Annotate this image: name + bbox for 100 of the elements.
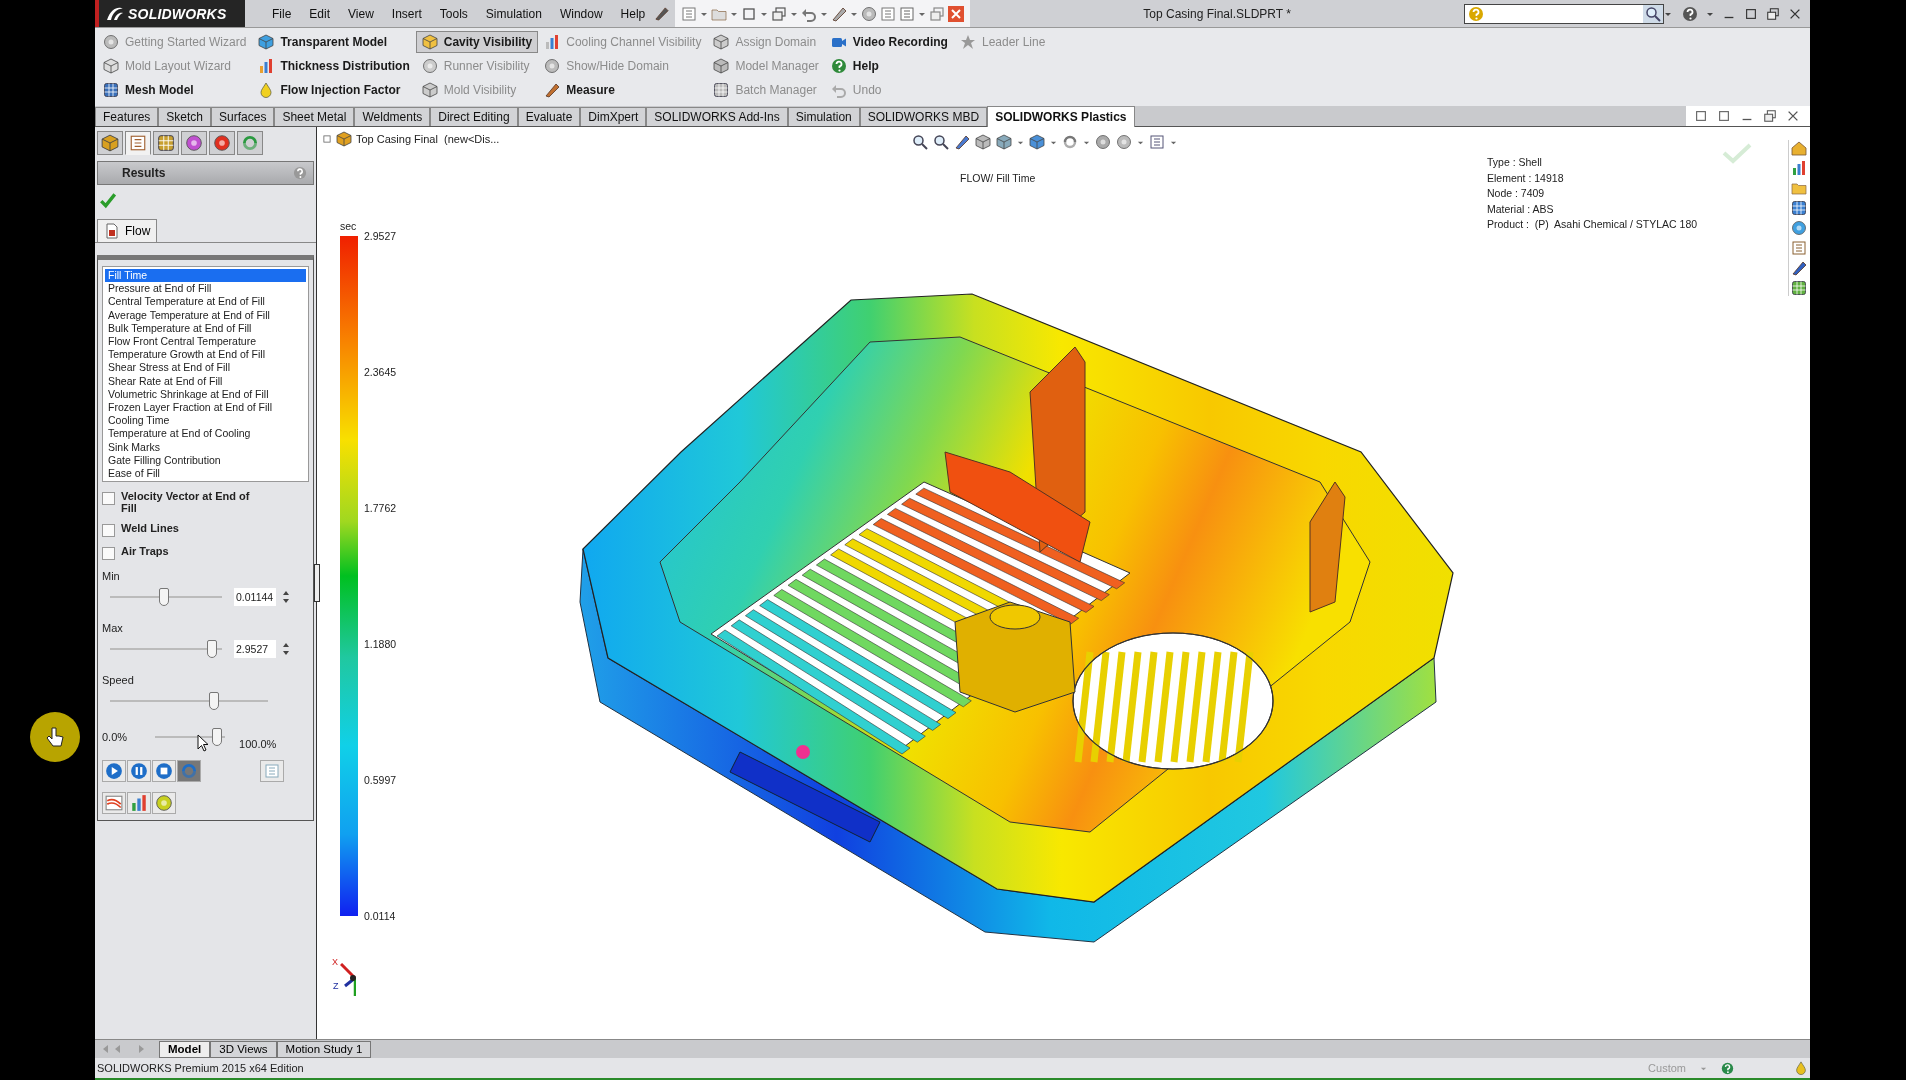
chart-icon[interactable] xyxy=(1791,160,1807,176)
ribbon-button[interactable]: Thickness Distribution xyxy=(252,55,416,77)
zoom-icon[interactable] xyxy=(933,134,949,150)
list-item[interactable]: Temperature at End of Cooling xyxy=(105,427,306,441)
command-tab[interactable]: Surfaces xyxy=(211,107,275,126)
report-button[interactable] xyxy=(152,792,176,815)
command-tab[interactable]: Sheet Metal xyxy=(274,107,355,126)
manager-tab[interactable] xyxy=(237,131,263,155)
list-item[interactable]: Gate Filling Contribution xyxy=(105,453,306,468)
grid-icon[interactable] xyxy=(1791,200,1807,216)
ribbon-button[interactable]: Cavity Visibility xyxy=(415,31,539,53)
ribbon-button[interactable]: Transparent Model xyxy=(252,31,416,53)
search-field[interactable] xyxy=(1464,3,1664,24)
loop-button[interactable] xyxy=(177,760,201,783)
ribbon-button[interactable]: Video Recording xyxy=(824,31,954,53)
list-item[interactable]: Central Temperature at End of Fill xyxy=(105,295,306,309)
cube-icon[interactable] xyxy=(1029,134,1045,150)
command-tab[interactable]: SOLIDWORKS Add-Ins xyxy=(646,107,788,126)
list-item[interactable]: Frozen Layer Fraction at End of Fill xyxy=(105,401,306,415)
stop-button[interactable] xyxy=(152,760,176,783)
command-tab[interactable]: Features xyxy=(95,107,159,126)
restore-icon[interactable] xyxy=(1763,109,1777,123)
list-item[interactable]: Flow Front Central Temperature xyxy=(105,335,306,349)
model-tab[interactable]: Model xyxy=(159,1040,211,1058)
slider-thumb[interactable] xyxy=(209,692,220,711)
zoom-icon[interactable] xyxy=(912,134,928,150)
command-tab[interactable]: SOLIDWORKS Plastics xyxy=(987,106,1135,127)
manager-tab[interactable] xyxy=(181,131,207,155)
map-button[interactable] xyxy=(127,792,151,815)
list-item[interactable]: Fill Time xyxy=(105,269,306,283)
checkbox[interactable] xyxy=(102,492,115,506)
command-tab[interactable]: DimXpert xyxy=(580,107,647,126)
results-list[interactable] xyxy=(102,266,309,483)
pause-button[interactable] xyxy=(127,760,151,783)
close-icon[interactable] xyxy=(1786,109,1800,123)
list-item[interactable]: Temperature Growth at End of Fill xyxy=(105,348,306,362)
menu-item[interactable]: Window xyxy=(550,6,612,21)
menu-item[interactable]: Tools xyxy=(430,6,477,21)
list-item[interactable]: Average Temperature at End of Fill xyxy=(105,308,306,322)
expand-icon[interactable] xyxy=(929,5,946,22)
play-button[interactable] xyxy=(102,760,126,783)
number-field[interactable]: 0.01144 xyxy=(234,588,276,607)
manager-tab[interactable] xyxy=(97,131,123,155)
menu-item[interactable]: Simulation xyxy=(476,6,551,21)
list-item[interactable]: Shear Stress at End of Fill xyxy=(105,361,306,375)
search-button[interactable] xyxy=(1643,4,1663,23)
cube-icon[interactable] xyxy=(996,134,1012,150)
plot-button[interactable] xyxy=(102,792,126,815)
checkbox[interactable] xyxy=(102,524,115,538)
command-tab[interactable]: Simulation xyxy=(787,107,860,126)
manager-tab[interactable] xyxy=(125,131,151,155)
number-field[interactable]: 2.9527 xyxy=(234,640,276,659)
menu-item[interactable]: Help xyxy=(611,6,655,21)
list-item[interactable]: Volumetric Shrinkage at End of Fill xyxy=(105,387,306,402)
list-item[interactable]: Sink Marks xyxy=(105,440,306,454)
command-tab[interactable]: Evaluate xyxy=(517,107,581,126)
part-icon[interactable] xyxy=(336,131,352,147)
checkbox-label[interactable]: Weld Lines xyxy=(121,522,261,535)
list-item[interactable]: Cooling Time xyxy=(105,414,306,428)
list-item[interactable]: Pressure at End of Fill xyxy=(105,282,306,296)
tile-icon[interactable] xyxy=(1744,6,1758,21)
document-name[interactable]: Top Casing Final (new<Dis... xyxy=(356,133,500,145)
checkbox-label[interactable]: Air Traps xyxy=(121,545,261,558)
checkbox-label[interactable]: Velocity Vector at End of Fill xyxy=(121,490,261,515)
manager-tab[interactable] xyxy=(209,131,235,155)
panel-tab[interactable]: Flow xyxy=(97,219,158,242)
ribbon-button[interactable]: Mesh Model xyxy=(97,79,253,101)
ribbon-button[interactable]: Help xyxy=(824,55,954,77)
menu-item[interactable]: Edit xyxy=(300,6,340,21)
ribbon-button[interactable]: Flow Injection Factor xyxy=(252,79,416,101)
model-tab[interactable]: Motion Study 1 xyxy=(276,1040,372,1058)
sphere-icon[interactable] xyxy=(1095,134,1111,150)
command-tab[interactable]: Sketch xyxy=(158,107,212,126)
ok-check-icon[interactable] xyxy=(99,191,117,209)
pencil-icon[interactable] xyxy=(954,134,970,150)
help-icon[interactable] xyxy=(1721,1061,1734,1075)
menu-item[interactable]: View xyxy=(339,6,383,21)
menu-item[interactable]: File xyxy=(263,6,301,21)
command-tab[interactable]: Weldments xyxy=(354,107,431,126)
list-item[interactable]: Ease of Fill xyxy=(105,467,306,481)
pencil-icon[interactable] xyxy=(1791,260,1807,276)
command-tab[interactable]: Direct Editing xyxy=(430,107,518,126)
close-icon[interactable] xyxy=(948,5,965,22)
menu-item[interactable]: Insert xyxy=(382,6,431,21)
slider-thumb[interactable] xyxy=(158,588,169,607)
cube-icon[interactable] xyxy=(975,134,991,150)
list-item[interactable]: Bulk Temperature at End of Fill xyxy=(105,321,306,335)
ribbon-button[interactable]: Measure xyxy=(538,79,708,101)
home-icon[interactable] xyxy=(1791,140,1807,156)
manager-tab[interactable] xyxy=(153,131,179,155)
restore-icon[interactable] xyxy=(1766,6,1780,21)
slider-thumb[interactable] xyxy=(212,728,223,747)
slider-thumb[interactable] xyxy=(206,640,217,659)
model-tab[interactable]: 3D Views xyxy=(210,1040,277,1058)
command-tab[interactable]: SOLIDWORKS MBD xyxy=(859,107,988,126)
collapse-handle[interactable] xyxy=(314,564,320,602)
help-icon[interactable] xyxy=(1682,5,1698,22)
list-item[interactable]: Shear Rate at End of Fill xyxy=(105,374,306,388)
grid-icon[interactable] xyxy=(1791,280,1807,296)
checkbox[interactable] xyxy=(102,547,115,561)
